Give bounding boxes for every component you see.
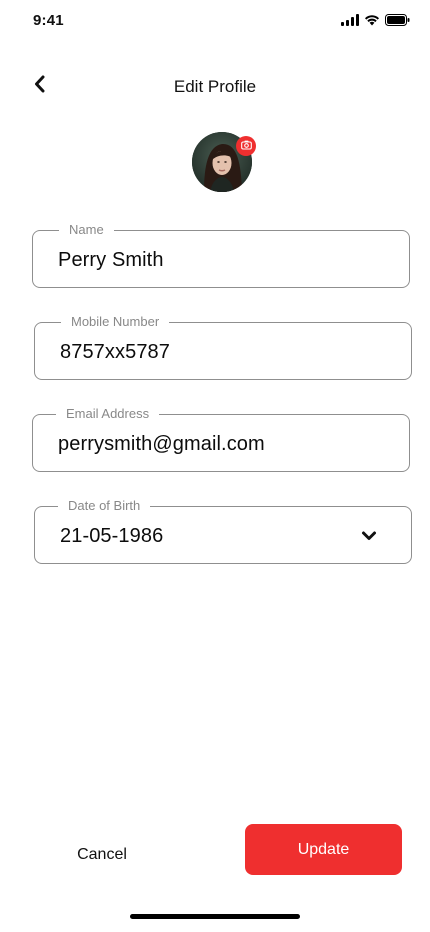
avatar-wrap[interactable] <box>192 132 256 192</box>
update-button[interactable]: Update <box>245 824 402 875</box>
mobile-number-value[interactable]: 8757xx5787 <box>60 341 170 364</box>
chevron-down-icon[interactable] <box>361 529 377 547</box>
name-value[interactable]: Perry Smith <box>58 249 164 272</box>
date-of-birth-label: Date of Birth <box>58 498 151 514</box>
camera-badge[interactable] <box>236 136 256 156</box>
date-of-birth-value[interactable]: 21-05-1986 <box>60 525 163 548</box>
cancel-button[interactable]: Cancel <box>52 835 152 875</box>
mobile-number-field[interactable]: Mobile Number 8757xx5787 <box>34 314 412 380</box>
home-indicator <box>130 914 300 919</box>
battery-icon <box>385 14 410 26</box>
status-icons <box>341 14 410 26</box>
wifi-icon <box>364 14 380 26</box>
email-field[interactable]: Email Address perrysmith@gmail.com <box>32 406 410 472</box>
mobile-number-label: Mobile Number <box>61 314 170 330</box>
name-label: Name <box>59 222 114 238</box>
camera-icon <box>240 137 252 155</box>
email-value[interactable]: perrysmith@gmail.com <box>58 433 265 456</box>
status-time: 9:41 <box>33 12 64 29</box>
page-title: Edit Profile <box>173 77 257 96</box>
email-label: Email Address <box>56 406 160 422</box>
name-field[interactable]: Name Perry Smith <box>32 222 410 288</box>
date-of-birth-field[interactable]: Date of Birth 21-05-1986 <box>34 498 412 564</box>
signal-icon <box>341 14 359 26</box>
